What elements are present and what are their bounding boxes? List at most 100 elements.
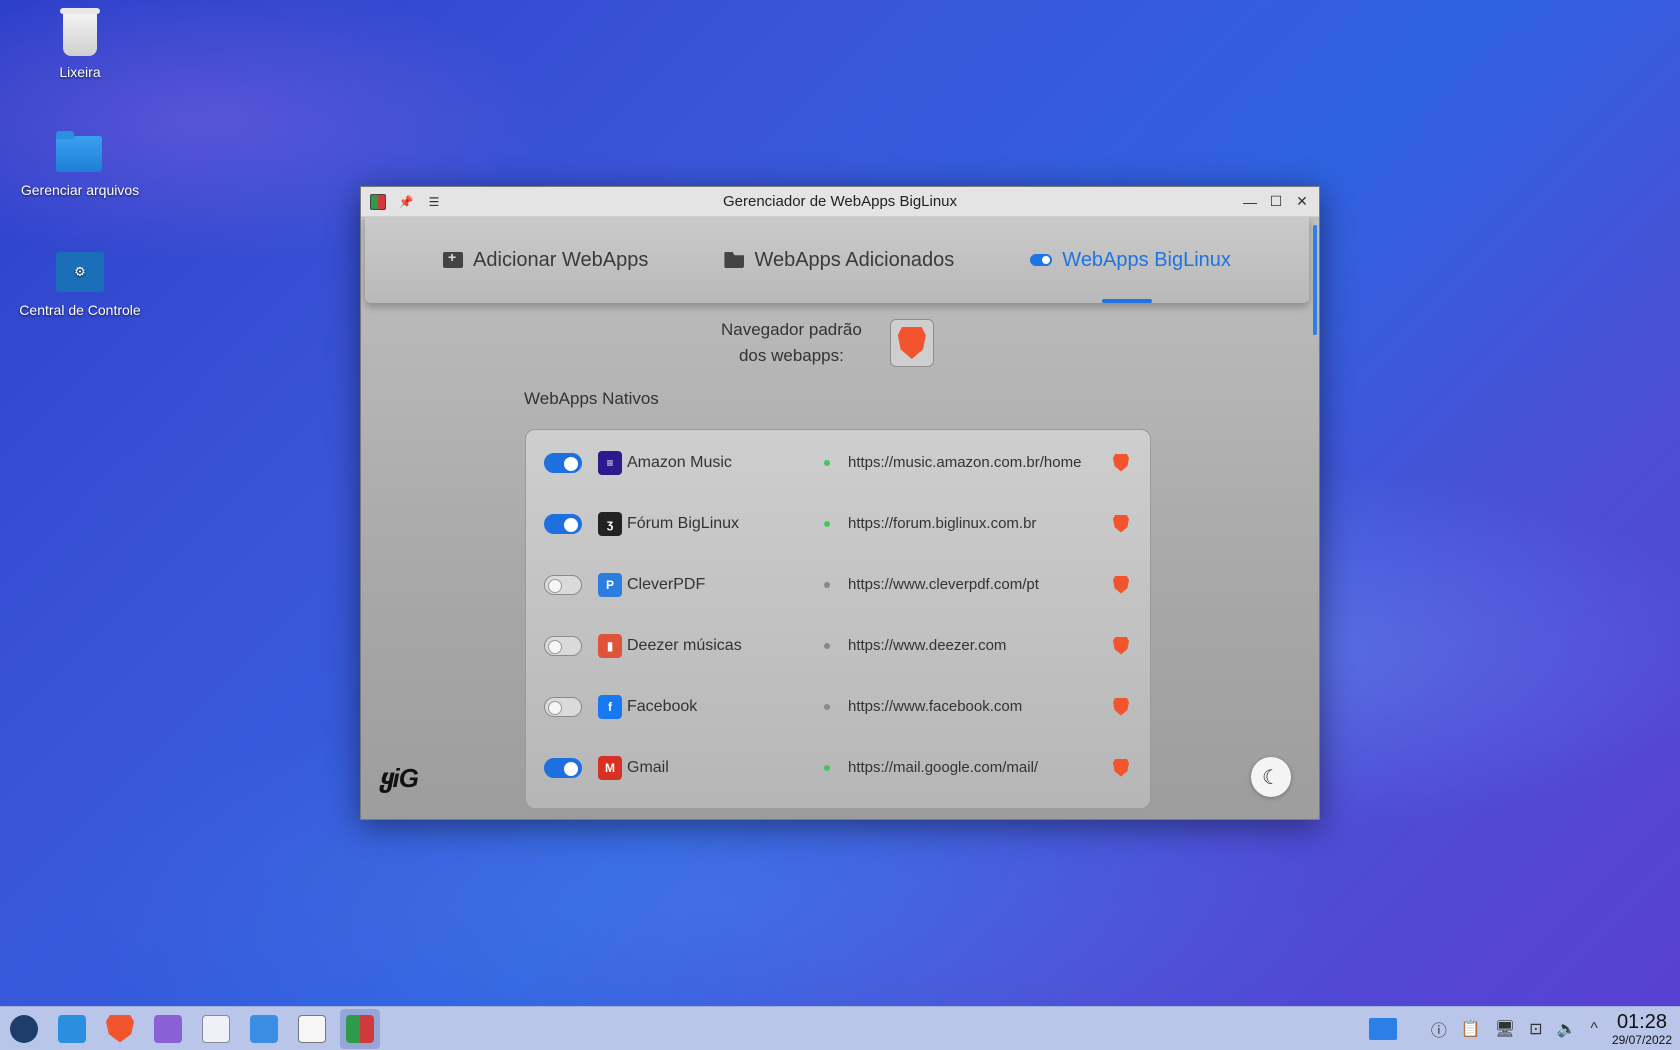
moon-icon: ☾ [1262,766,1280,789]
brave-icon [897,327,926,359]
brave-icon[interactable] [1113,575,1129,594]
folder-plus-icon [443,249,464,268]
taskbar-notes[interactable] [292,1009,332,1049]
taskbar-webapps-manager[interactable] [340,1008,380,1049]
biglinux-menu-button[interactable] [4,1009,44,1049]
chevron-up-icon[interactable]: ^ [1590,1020,1598,1038]
clock-time: 01:28 [1616,1010,1667,1033]
taskbar-calculator[interactable] [148,1009,188,1049]
webapp-toggle[interactable] [544,574,582,595]
clock[interactable]: 01:28 29/07/2022 [1612,1012,1672,1046]
volume-icon[interactable]: 🔈 [1557,1019,1577,1039]
text-editor-icon [250,1014,278,1043]
section-title: WebApps Nativos [524,389,659,408]
close-button[interactable]: ✕ [1293,193,1311,211]
webapp-status-dot [824,459,830,466]
tab-add-webapps[interactable]: Adicionar WebApps [443,217,648,303]
webapp-name: Gmail [627,758,669,776]
pin-icon[interactable]: 📌 [397,193,415,211]
app-icon[interactable] [369,193,387,211]
webapp-name: Facebook [627,697,698,715]
default-browser-label: Navegador padrão dos webapps: [721,317,862,369]
brave-icon[interactable] [1113,697,1129,716]
webapp-url[interactable]: https://mail.google.com/mail/ [848,759,1038,776]
webapp-row: f Facebook https://www.facebook.com [526,674,1150,739]
brave-icon[interactable] [1113,514,1129,533]
webapp-toggle[interactable] [544,452,582,473]
webapp-url[interactable]: https://forum.biglinux.com.br [848,515,1036,532]
default-browser-label-line1: Navegador padrão [721,320,862,339]
trash-icon [56,8,104,58]
webapp-status-dot [824,703,830,710]
desktop-icon-file-manager[interactable]: Gerenciar arquivos [5,128,155,198]
webapps-list: ≡ Amazon Music https://music.amazon.com.… [525,429,1151,809]
webapp-url[interactable]: https://music.amazon.com.br/home [848,454,1081,471]
display-icon[interactable]: 🖥 [1495,1019,1515,1039]
biglinux-menu-icon [10,1014,38,1043]
desktop-icon-control-center[interactable]: ⚙ Central de Controle [5,248,155,318]
desktop-icon-trash[interactable]: Lixeira [5,8,155,80]
desktop-icon-label: Central de Controle [19,302,141,318]
calculator-icon [154,1014,182,1043]
desktop-icon-label: Gerenciar arquivos [20,182,140,198]
tab-added-webapps[interactable]: WebApps Adicionados [724,217,954,303]
taskbar-text-editor[interactable] [244,1009,284,1049]
webapp-toggle[interactable] [544,757,582,778]
tab-label: WebApps Adicionados [754,248,955,271]
tab-label: WebApps BigLinux [1062,248,1231,271]
webapp-name: Amazon Music [627,453,732,471]
webapp-row: ≡ Amazon Music https://music.amazon.com.… [526,430,1150,495]
maximize-button[interactable]: ☐ [1267,193,1285,211]
webapp-name: CleverPDF [627,575,706,593]
webapp-icon: P [598,572,622,597]
webapp-name: Fórum BigLinux [627,514,740,532]
window-title: Gerenciador de WebApps BigLinux [722,193,958,210]
folder-icon [56,128,104,176]
tab-bar: Adicionar WebApps WebApps Adicionados We… [365,217,1309,303]
taskbar: ⓘ 📋 🖥 ⊡ 🔈 ^ 01:28 29/07/2022 [0,1006,1680,1050]
desktop-icon-label: Lixeira [59,64,101,80]
minimize-button[interactable]: — [1241,193,1259,211]
control-center-icon: ⚙ [56,248,104,296]
default-browser-button[interactable] [889,319,934,367]
desktop-switcher-icon[interactable] [1368,1017,1397,1040]
webapp-icon: ≡ [598,450,622,475]
webapp-url[interactable]: https://www.facebook.com [848,698,1022,715]
network-icon[interactable]: ⊡ [1529,1019,1542,1039]
webapp-toggle[interactable] [544,513,582,534]
brave-icon[interactable] [1113,636,1129,655]
webapp-toggle[interactable] [544,696,582,717]
webapp-url[interactable]: https://www.cleverpdf.com/pt [848,576,1039,593]
taskbar-documents[interactable] [196,1009,236,1049]
webapp-icon: ▮ [598,633,622,658]
scrollbar[interactable] [1313,225,1317,335]
webapp-status-dot [824,520,830,527]
window-menu-icon[interactable]: ☰ [425,193,443,211]
webapp-toggle[interactable] [544,635,582,656]
clipboard-icon[interactable]: 📋 [1461,1019,1481,1039]
tab-label: Adicionar WebApps [473,248,649,271]
webapp-status-dot [824,642,830,649]
taskbar-file-manager[interactable] [52,1009,92,1049]
window-titlebar[interactable]: 📌 ☰ Gerenciador de WebApps BigLinux — ☐ … [361,187,1319,217]
tab-biglinux-webapps[interactable]: WebApps BigLinux [1030,217,1231,303]
folder-open-icon [724,252,745,268]
file-manager-icon [58,1014,86,1043]
brave-icon[interactable] [1113,453,1129,472]
webapp-status-dot [824,581,830,588]
brave-icon [106,1014,134,1043]
webapp-status-dot [824,764,830,771]
webapp-name: Deezer músicas [627,636,742,654]
window-content: Adicionar WebApps WebApps Adicionados We… [361,217,1319,819]
webapps-manager-icon [346,1014,374,1043]
webapp-row: P CleverPDF https://www.cleverpdf.com/pt [526,552,1150,617]
toggle-icon [1030,254,1053,266]
webapp-row: ʒ Fórum BigLinux https://forum.biglinux.… [526,491,1150,556]
webapp-icon: ʒ [598,511,622,536]
taskbar-brave[interactable] [100,1009,140,1049]
info-icon[interactable]: ⓘ [1431,1017,1447,1041]
brave-icon[interactable] [1113,758,1129,777]
webapp-url[interactable]: https://www.deezer.com [848,637,1006,654]
system-tray: ⓘ 📋 🖥 ⊡ 🔈 ^ 01:28 29/07/2022 [1368,1012,1680,1046]
theme-toggle-button[interactable]: ☾ [1251,757,1291,797]
